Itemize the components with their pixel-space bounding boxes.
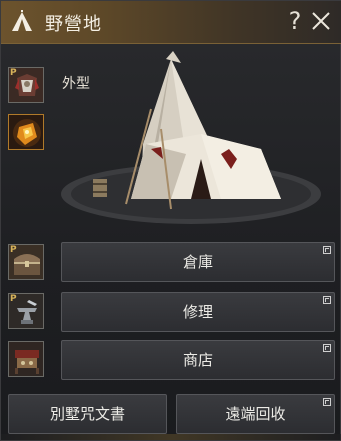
window-title: 野營地 (45, 14, 102, 35)
shop-label: 商店 (182, 351, 213, 369)
title-bar[interactable]: 野營地 ? (1, 1, 341, 44)
close-icon[interactable] (309, 9, 333, 33)
tent-icon (12, 10, 32, 31)
repair-label: 修理 (182, 303, 213, 321)
tent-preview-icon (61, 51, 321, 224)
shop-slot[interactable] (8, 341, 44, 377)
storage-slot[interactable]: P (8, 244, 44, 280)
storage-label: 倉庫 (182, 253, 213, 271)
remote-recycle-button[interactable]: 遠端回收 (176, 394, 335, 434)
premium-badge: P (10, 245, 17, 255)
premium-badge: P (10, 294, 17, 304)
popout-icon (323, 246, 331, 254)
camp-window: 野營地 ? P 外型 P 倉庫 P 修理 商店 別墅咒文書 遠端回收 (0, 0, 341, 441)
amber-gem-icon (9, 115, 43, 149)
villa-scroll-button[interactable]: 別墅咒文書 (8, 394, 167, 434)
storage-button[interactable]: 倉庫 (61, 242, 335, 282)
remote-recycle-label: 遠端回收 (225, 405, 286, 423)
repair-slot[interactable]: P (8, 293, 44, 329)
merchant-stall-icon (9, 342, 43, 376)
villa-scroll-label: 別墅咒文書 (49, 405, 125, 423)
gem-slot[interactable] (8, 114, 44, 150)
premium-badge: P (10, 68, 17, 78)
help-button[interactable]: ? (284, 7, 306, 35)
popout-icon (323, 296, 331, 304)
popout-icon (323, 344, 331, 352)
repair-button[interactable]: 修理 (61, 292, 335, 332)
shop-button[interactable]: 商店 (61, 340, 335, 380)
costume-slot[interactable]: P (8, 67, 44, 103)
popout-icon (323, 398, 331, 406)
bottom-border (1, 434, 341, 440)
